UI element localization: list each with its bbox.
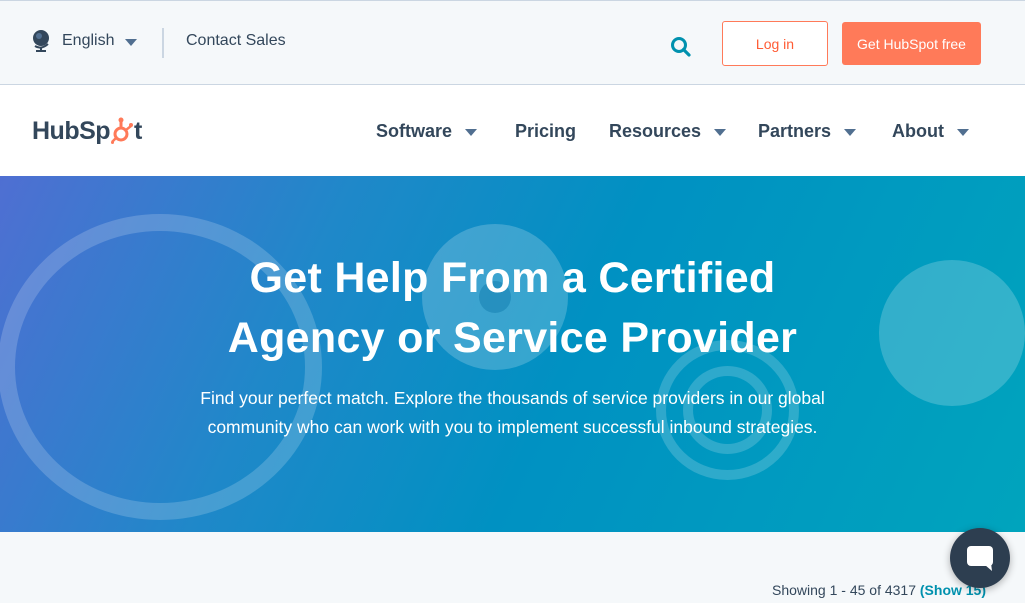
hubspot-logo[interactable]: HubSp t	[32, 115, 142, 147]
hero-title-line: Get Help From a Certified	[249, 254, 776, 302]
chevron-down-icon	[125, 38, 138, 46]
chevron-down-icon	[844, 129, 857, 136]
search-icon[interactable]	[670, 36, 692, 58]
language-selector[interactable]: English	[32, 29, 138, 53]
sprocket-icon	[111, 117, 134, 144]
chat-icon	[967, 546, 993, 571]
nav-pricing[interactable]: Pricing	[515, 121, 576, 142]
nav-label: Pricing	[515, 121, 577, 141]
contact-sales-link[interactable]: Contact Sales	[186, 32, 286, 50]
globe-icon	[33, 30, 49, 52]
nav-label: Resources	[609, 121, 702, 141]
results-count: Showing 1 - 45 of 4317 (Show 15)	[772, 582, 986, 598]
chat-button[interactable]	[950, 528, 1010, 588]
hero-subtitle: Find your perfect match. Explore the tho…	[170, 384, 855, 442]
nav-label: Software	[376, 121, 453, 141]
nav-software[interactable]: Software	[376, 121, 478, 142]
divider	[162, 28, 164, 58]
logo-text-left: HubSp	[32, 116, 111, 145]
hero-title: Get Help From a Certified Agency or Serv…	[0, 248, 1025, 368]
get-hubspot-free-button[interactable]: Get HubSpot free	[842, 22, 981, 65]
login-button[interactable]: Log in	[722, 21, 828, 66]
nav-label: About	[892, 121, 944, 141]
logo-text-right: t	[134, 116, 142, 145]
chevron-down-icon	[956, 129, 969, 136]
hero-subtitle-line: community who can work with you to imple…	[207, 417, 818, 437]
hero-banner: Get Help From a Certified Agency or Serv…	[0, 176, 1025, 532]
hero-subtitle-line: Find your perfect match. Explore the tho…	[200, 388, 825, 408]
results-count-text: Showing 1 - 45 of 4317	[772, 582, 916, 598]
main-nav: HubSp t Software Pricing Resources Partn…	[0, 85, 1025, 176]
nav-resources[interactable]: Resources	[609, 121, 727, 142]
chevron-down-icon	[714, 129, 727, 136]
language-label: English	[62, 32, 115, 49]
utility-bar: English Contact Sales Log in Get HubSpot…	[0, 0, 1025, 85]
nav-label: Partners	[758, 121, 832, 141]
nav-partners[interactable]: Partners	[758, 121, 857, 142]
nav-about[interactable]: About	[892, 121, 969, 142]
chevron-down-icon	[465, 129, 478, 136]
hero-title-line: Agency or Service Provider	[227, 314, 798, 362]
